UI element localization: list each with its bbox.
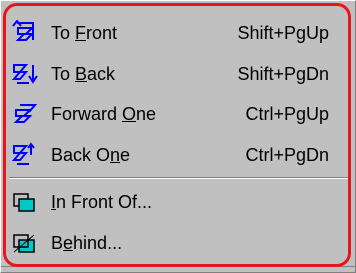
menu-item-label: Behind... <box>51 232 123 253</box>
send-to-back-icon <box>11 61 39 87</box>
bring-forward-icon <box>11 101 39 127</box>
menu-item-label: Forward One <box>51 103 157 124</box>
menu-bottom-edge <box>1 266 356 267</box>
menu-item-forward-one[interactable]: Forward One Ctrl+PgUp <box>11 96 329 132</box>
shortcut-label: Shift+PgUp <box>237 22 329 43</box>
menu-item-label: To Front <box>51 22 118 43</box>
arrange-order-menu: To Front Shift+PgUp To Back Shift+PgDn F… <box>0 0 356 273</box>
in-front-of-icon <box>11 189 39 215</box>
menu-item-label: To Back <box>51 63 116 84</box>
menu-item-to-front[interactable]: To Front Shift+PgUp <box>11 15 329 51</box>
menu-item-label: In Front Of... <box>51 191 153 212</box>
shortcut-label: Ctrl+PgDn <box>245 144 329 165</box>
menu-item-label: Back One <box>51 144 131 165</box>
menu-item-back-one[interactable]: Back One Ctrl+PgDn <box>11 137 329 173</box>
menu-item-in-front-of[interactable]: In Front Of... <box>11 184 329 220</box>
menu-item-behind[interactable]: Behind... <box>11 225 329 261</box>
menu-item-to-back[interactable]: To Back Shift+PgDn <box>11 56 329 92</box>
menu-separator <box>9 177 349 179</box>
send-backward-icon <box>11 142 39 168</box>
shortcut-label: Ctrl+PgUp <box>245 103 329 124</box>
bring-to-front-icon <box>11 19 39 46</box>
shortcut-label: Shift+PgDn <box>237 63 329 84</box>
behind-icon <box>11 230 39 256</box>
